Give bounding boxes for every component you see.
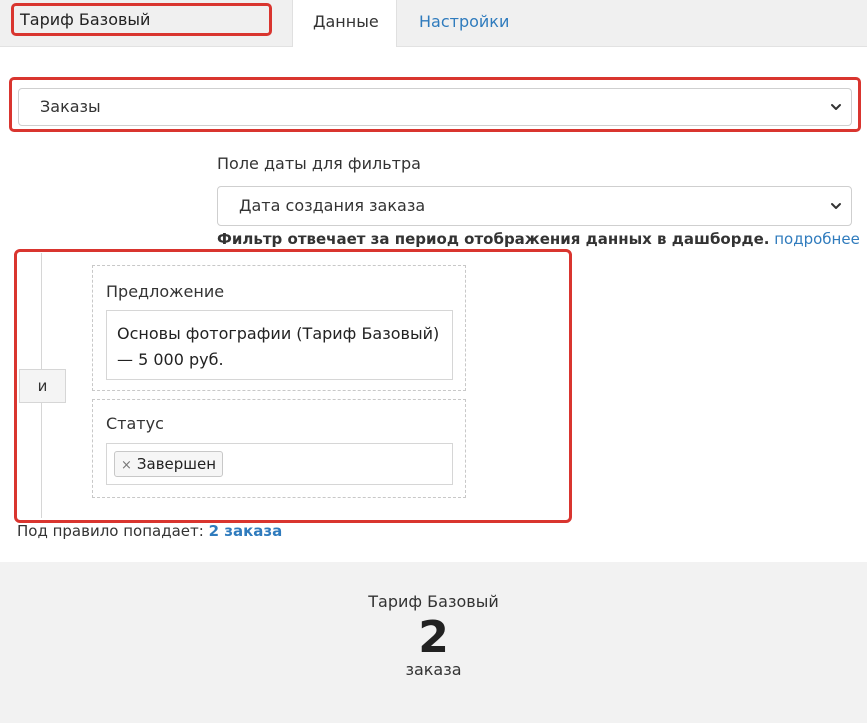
date-filter-label: Поле даты для фильтра <box>217 154 421 173</box>
date-filter-hint-text: Фильтр отвечает за период отображения да… <box>217 230 770 248</box>
chevron-down-icon <box>831 203 841 209</box>
date-field-select-value: Дата создания заказа <box>239 196 426 215</box>
more-info-link[interactable]: подробнее <box>774 230 860 248</box>
rule-match-label: Под правило попадает: <box>17 522 204 540</box>
title-highlight-frame <box>11 3 272 36</box>
source-highlight-frame <box>9 77 861 132</box>
date-field-select[interactable]: Дата создания заказа <box>217 186 852 226</box>
tab-settings[interactable]: Настройки <box>399 0 529 46</box>
summary-title: Тариф Базовый <box>368 592 499 611</box>
rule-match-summary: Под правило попадает: 2 заказа <box>17 522 282 540</box>
date-filter-hint: Фильтр отвечает за период отображения да… <box>217 230 860 248</box>
tab-data[interactable]: Данные <box>292 0 397 47</box>
summary-unit: заказа <box>405 660 462 679</box>
rules-highlight-frame <box>14 249 572 523</box>
rule-match-count-link[interactable]: 2 заказа <box>209 522 283 540</box>
top-bar: Тариф Базовый Данные Настройки <box>0 0 867 47</box>
summary-count: 2 <box>418 612 449 663</box>
summary-panel: Тариф Базовый 2 заказа <box>0 562 867 723</box>
